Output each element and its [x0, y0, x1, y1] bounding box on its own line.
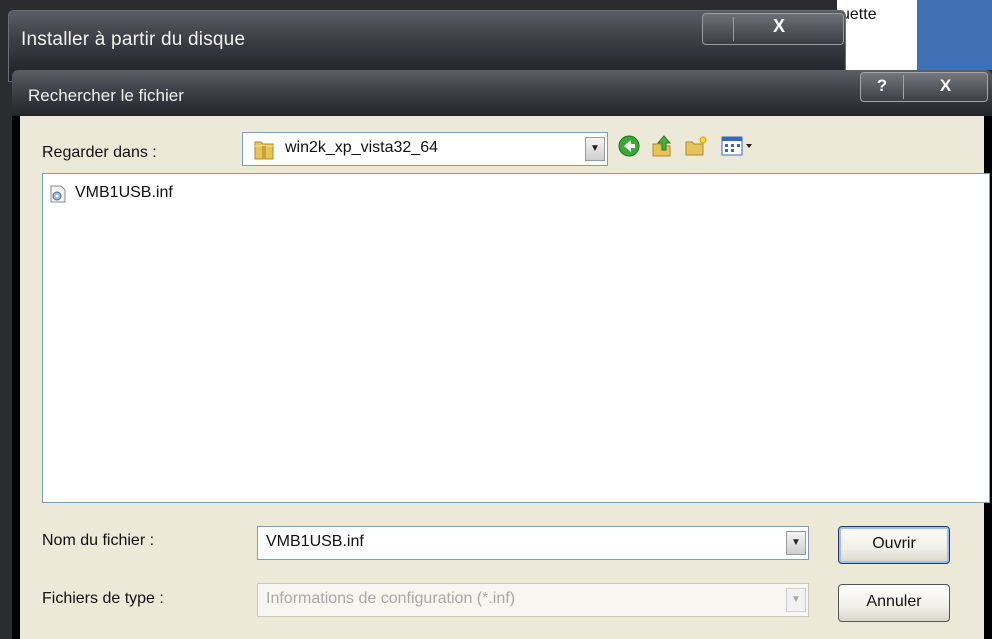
look-in-label: Regarder dans : — [42, 144, 157, 161]
close-button[interactable]: X — [904, 73, 987, 101]
up-folder-icon[interactable] — [650, 134, 674, 158]
filetype-label: Fichiers de type : — [42, 590, 164, 607]
install-from-disk-titlebar-buttons: X — [702, 13, 844, 45]
filename-dropdown-button[interactable]: ▼ — [786, 531, 806, 555]
view-menu-icon[interactable] — [720, 134, 760, 158]
filename-label: Nom du fichier : — [42, 532, 155, 549]
new-folder-icon[interactable] — [684, 134, 708, 158]
filetype-dropdown-button: ▼ — [786, 588, 806, 612]
install-from-disk-title: Installer à partir du disque — [21, 29, 246, 50]
dialog-titlebar: Rechercher le fichier ? X — [12, 70, 992, 116]
filetype-dropdown: Informations de configuration (*.inf) ▼ — [257, 583, 809, 617]
back-icon[interactable] — [617, 134, 641, 158]
install-from-disk-close-button[interactable]: X — [773, 16, 785, 37]
look-in-dropdown[interactable]: win2k_xp_vista32_64 ▼ — [242, 132, 608, 166]
open-button[interactable]: Ouvrir — [838, 526, 950, 564]
file-name: VMB1USB.inf — [75, 184, 173, 202]
look-in-value: win2k_xp_vista32_64 — [285, 139, 438, 156]
cancel-button[interactable]: Annuler — [838, 584, 950, 622]
dialog-client-area: Regarder dans : win2k_xp_vista32_64 ▼ VM… — [20, 116, 990, 639]
help-button[interactable]: ? — [861, 73, 903, 101]
background-blue-panel — [917, 0, 992, 70]
dialog-title: Rechercher le fichier — [28, 86, 184, 105]
inf-file-icon — [50, 185, 66, 203]
file-list[interactable]: VMB1USB.inf — [42, 173, 990, 503]
titlebar-separator — [733, 17, 734, 41]
background-partial-text: uette — [841, 6, 877, 23]
dialog-titlebar-buttons: ? X — [860, 72, 988, 102]
find-file-dialog: Rechercher le fichier ? X Regarder dans … — [12, 70, 992, 639]
folder-icon — [254, 141, 274, 160]
filetype-value: Informations de configuration (*.inf) — [266, 590, 516, 607]
filename-value: VMB1USB.inf — [266, 533, 364, 550]
filename-input[interactable]: VMB1USB.inf ▼ — [257, 526, 809, 560]
background-window-fragment: uette — [837, 0, 917, 70]
look-in-dropdown-button[interactable]: ▼ — [585, 137, 605, 161]
